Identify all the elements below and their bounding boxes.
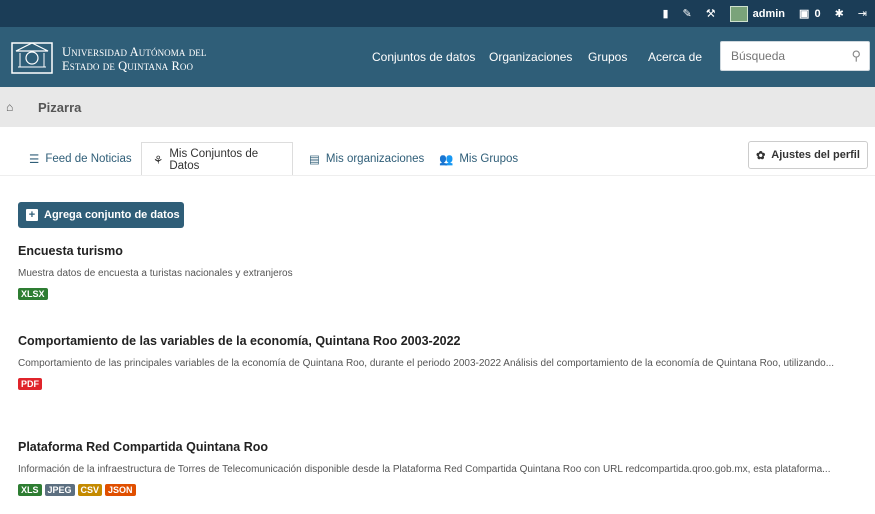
university-logo[interactable] [8, 37, 56, 79]
tab-my-groups[interactable]: 👥 Mis Grupos [428, 142, 529, 176]
dashboard-icon: ▣ [799, 8, 810, 20]
search-input[interactable] [721, 42, 841, 70]
brand-line-2: Estado de Quintana Roo [62, 59, 194, 73]
dashboard-tabs: ☰ Feed de Noticias ⚘ Mis Conjuntos de Da… [0, 142, 875, 176]
format-badge[interactable]: JSON [105, 484, 136, 496]
dataset-description: Muestra datos de encuesta a turistas nac… [18, 268, 293, 279]
gear-icon[interactable]: ✱ [835, 7, 844, 20]
dataset-item: Encuesta turismo Muestra datos de encues… [18, 244, 858, 300]
format-badges: PDF [18, 378, 858, 390]
add-dataset-label: Agrega conjunto de datos [44, 209, 180, 221]
hammer-icon[interactable]: ⚒ [706, 7, 716, 20]
nav-datasets[interactable]: Conjuntos de datos [372, 50, 475, 64]
tab-news-feed[interactable]: ☰ Feed de Noticias [18, 142, 143, 176]
tab-label: Mis Grupos [459, 153, 519, 165]
search-icon[interactable]: ⚲ [851, 48, 861, 64]
plus-icon: + [26, 209, 38, 221]
username: admin [752, 7, 786, 20]
building-icon: ▤ [309, 154, 320, 166]
tab-my-datasets[interactable]: ⚘ Mis Conjuntos de Datos [141, 142, 293, 176]
home-icon[interactable]: ⌂ [6, 100, 13, 114]
profile-settings-button[interactable]: ✿ Ajustes del perfil [748, 141, 868, 169]
search-box: ⚲ [720, 41, 870, 71]
dataset-title[interactable]: Plataforma Red Compartida Quintana Roo [18, 440, 858, 454]
profile-settings-label: Ajustes del perfil [771, 149, 860, 161]
dashboard-count: 0 [814, 7, 821, 20]
format-badge[interactable]: CSV [77, 484, 103, 496]
dataset-item: Plataforma Red Compartida Quintana Roo I… [18, 440, 858, 496]
format-badges: XLS JPEG CSV JSON [18, 484, 858, 496]
users-icon: 👥 [439, 154, 454, 166]
tab-label: Feed de Noticias [45, 153, 132, 165]
brand-name[interactable]: Universidad Autónoma del Estado de Quint… [62, 45, 207, 73]
dataset-description: Información de la infraestructura de Tor… [18, 464, 831, 475]
breadcrumb-current[interactable]: Pizarra [38, 100, 81, 115]
tab-my-organizations[interactable]: ▤ Mis organizaciones [298, 142, 435, 176]
nav-organizations[interactable]: Organizaciones [489, 50, 572, 64]
dataset-item: Comportamiento de las variables de la ec… [18, 334, 858, 390]
brand-line-1: Universidad Autónoma del [62, 45, 207, 59]
dashboard-link[interactable]: ▣ 0 [799, 7, 821, 21]
nav-about[interactable]: Acerca de [648, 50, 702, 64]
format-badge[interactable]: XLS [18, 484, 42, 496]
add-dataset-button[interactable]: + Agrega conjunto de datos [18, 202, 184, 228]
dataset-title[interactable]: Encuesta turismo [18, 244, 858, 258]
user-link[interactable]: admin [729, 5, 786, 22]
format-badges: XLSX [18, 288, 858, 300]
dataset-description: Comportamiento de las principales variab… [18, 358, 835, 369]
tab-label: Mis organizaciones [325, 153, 425, 165]
tab-divider [0, 175, 875, 176]
pencil-icon[interactable]: ✎ [683, 7, 692, 20]
breadcrumb: ⌂ Pizarra [0, 87, 875, 127]
list-icon: ☰ [29, 154, 40, 166]
sign-out-icon[interactable]: ⇥ [858, 7, 867, 20]
nav-groups[interactable]: Grupos [588, 50, 627, 64]
format-badge[interactable]: XLSX [18, 288, 48, 300]
building-icon[interactable]: ▮ [662, 7, 668, 20]
sitemap-icon: ⚘ [153, 154, 164, 167]
masthead: Universidad Autónoma del Estado de Quint… [0, 27, 875, 87]
dataset-title[interactable]: Comportamiento de las variables de la ec… [18, 334, 858, 348]
account-bar: ▮ ✎ ⚒ admin ▣ 0 ✱ ⇥ [0, 0, 875, 27]
gear-icon: ✿ [756, 149, 766, 162]
format-badge[interactable]: PDF [18, 378, 42, 390]
avatar [729, 5, 748, 22]
format-badge[interactable]: JPEG [44, 484, 75, 496]
tab-label: Mis Conjuntos de Datos [169, 147, 259, 172]
